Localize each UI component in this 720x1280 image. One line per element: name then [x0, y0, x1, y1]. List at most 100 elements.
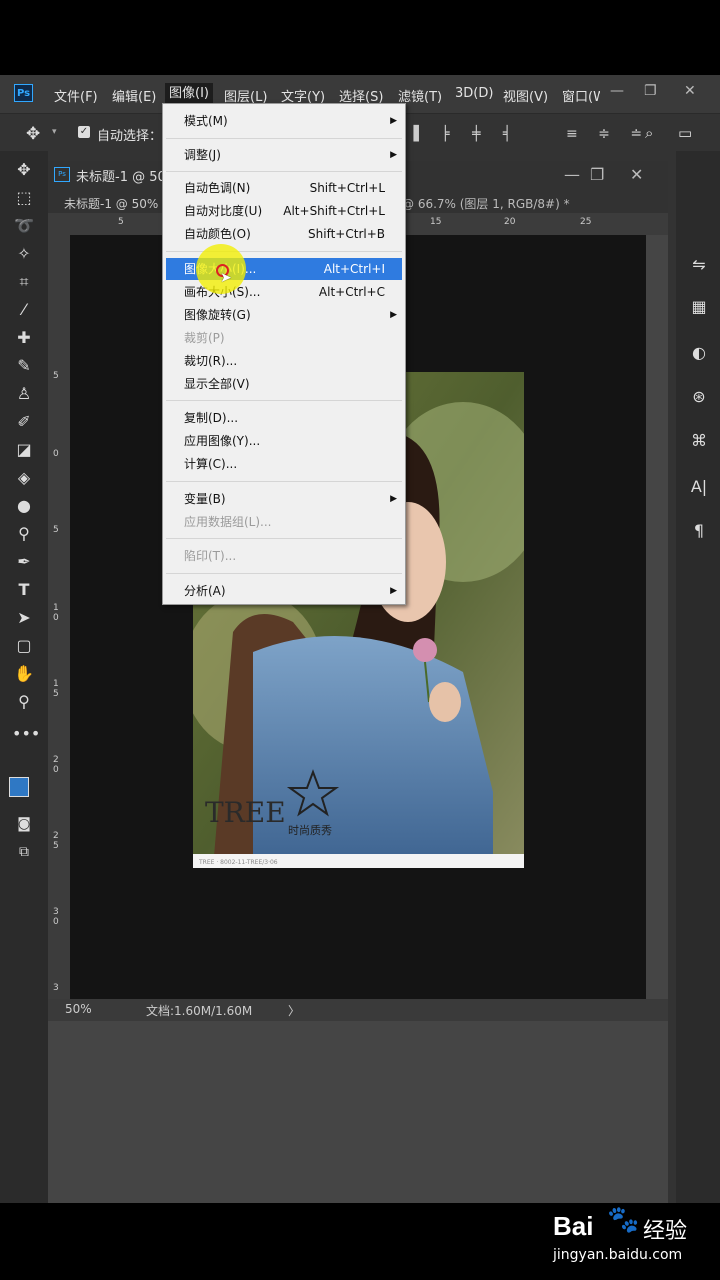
menu-separator — [166, 171, 402, 172]
pen-tool-icon[interactable]: ✒ — [12, 551, 36, 573]
channels-panel-icon[interactable]: ⊛ — [688, 387, 710, 409]
foreground-color-swatch[interactable] — [9, 777, 29, 797]
eyedropper-icon[interactable]: ⁄ — [12, 299, 36, 321]
eraser-icon[interactable]: ◪ — [12, 439, 36, 461]
menu-separator — [166, 573, 402, 574]
submenu-arrow-icon: ▶ — [390, 586, 397, 596]
more-tools-icon[interactable]: ••• — [12, 723, 40, 745]
lasso-tool-icon[interactable]: ➰ — [12, 215, 36, 237]
paint-bucket-icon[interactable]: ◈ — [12, 467, 36, 489]
menu-item-auto-tone[interactable]: 自动色调(N) Shift+Ctrl+L — [163, 177, 405, 199]
menu-file[interactable]: 文件(F) — [54, 86, 98, 105]
zoom-tool-icon[interactable]: ⚲ — [12, 691, 36, 713]
photo-footer-text: TREE · 8002-11-TREE/3·06 — [198, 859, 278, 866]
document-ps-icon: Ps — [54, 167, 70, 182]
ruler-label: 25 — [580, 217, 592, 227]
paw-icon: 🐾 — [607, 1205, 640, 1235]
menu-item-auto-color[interactable]: 自动颜色(O) Shift+Ctrl+B — [163, 223, 405, 245]
adjustments-panel-icon[interactable]: ◐ — [688, 343, 710, 365]
right-panel-dock: ⇋ ▦ ◐ ⊛ ⌘ A| ¶ — [676, 151, 720, 1203]
menu-item-label: 自动色调(N) — [184, 181, 251, 195]
menu-item-label: 复制(D)... — [184, 411, 239, 425]
menu-item-duplicate[interactable]: 复制(D)... — [163, 407, 405, 429]
move-tool-icon[interactable]: ✥ — [12, 159, 36, 181]
quick-mask-icon[interactable]: ◙ — [12, 813, 36, 835]
menu-view[interactable]: 视图(V) — [503, 86, 548, 105]
doc-minimize-icon[interactable]: — — [564, 165, 580, 184]
dodge-tool-icon[interactable]: ⚲ — [12, 523, 36, 545]
search-icon[interactable]: ⌕ — [645, 124, 653, 142]
align-icons[interactable]: ▐ ╞ ╪ ╡ — [408, 126, 548, 142]
menu-item-trap: 陷印(T)... — [163, 545, 405, 567]
history-panel-icon[interactable]: ⇋ — [688, 255, 710, 277]
photo-brand-sub: 时尚质秀 — [288, 823, 332, 837]
paths-panel-icon[interactable]: ⌘ — [688, 431, 710, 453]
move-tool-preset-icon[interactable]: ✥ — [26, 124, 40, 144]
doc-close-icon[interactable]: ✕ — [630, 165, 643, 184]
menu-item-label: 模式(M) — [184, 114, 228, 128]
menu-item-variables[interactable]: 变量(B) ▶ — [163, 488, 405, 510]
menu-window[interactable]: 窗口(W — [562, 86, 600, 105]
character-panel-icon[interactable]: A| — [688, 477, 710, 499]
menu-item-adjustments[interactable]: 调整(J) ▶ — [163, 144, 405, 166]
healing-brush-icon[interactable]: ✚ — [12, 327, 36, 349]
menu-item-shortcut: Alt+Shift+Ctrl+L — [283, 204, 385, 218]
menu-item-calculations[interactable]: 计算(C)... — [163, 453, 405, 475]
path-select-icon[interactable]: ➤ — [12, 607, 36, 629]
brush-tool-icon[interactable]: ✎ — [12, 355, 36, 377]
ruler-label: 1 — [53, 679, 59, 689]
tab-untitled[interactable]: 未标题-1 @ 50% — [64, 195, 158, 212]
status-menu-arrow[interactable]: 〉 — [288, 1002, 300, 1019]
menu-item-auto-contrast[interactable]: 自动对比度(U) Alt+Shift+Ctrl+L — [163, 200, 405, 222]
baidu-jingyan-watermark: Bai 🐾 经验 jingyan.baidu.com — [553, 1203, 713, 1273]
status-bar: 50% 文档:1.60M/1.60M 〉 — [48, 999, 668, 1021]
close-icon[interactable]: ✕ — [684, 83, 696, 99]
menu-item-apply-data-set: 应用数据组(L)... — [163, 511, 405, 533]
crop-tool-icon[interactable]: ⌗ — [12, 271, 36, 293]
menu-item-mode[interactable]: 模式(M) ▶ — [163, 110, 405, 132]
ruler-label: 5 — [53, 841, 59, 851]
menu-item-image-rotation[interactable]: 图像旋转(G) ▶ — [163, 304, 405, 326]
document-title[interactable]: 未标题-1 @ 50 — [76, 166, 166, 185]
maximize-icon[interactable]: ❐ — [644, 83, 657, 99]
rectangle-tool-icon[interactable]: ▢ — [12, 635, 36, 657]
ruler-label: 3 — [53, 983, 59, 993]
paragraph-panel-icon[interactable]: ¶ — [688, 521, 710, 543]
hand-tool-icon[interactable]: ✋ — [12, 663, 36, 685]
menu-3d[interactable]: 3D(D) — [455, 86, 493, 101]
ruler-label: 5 — [53, 525, 59, 535]
magic-wand-icon[interactable]: ✧ — [12, 243, 36, 265]
minimize-icon[interactable]: — — [610, 83, 624, 99]
clone-stamp-icon[interactable]: ♙ — [12, 383, 36, 405]
screen-mode-icon[interactable]: ⧉ — [12, 841, 36, 863]
doc-maximize-icon[interactable]: ❐ — [590, 165, 604, 184]
menu-item-trim[interactable]: 裁切(R)... — [163, 350, 405, 372]
menu-edit[interactable]: 编辑(E) — [112, 86, 156, 105]
menu-item-apply-image[interactable]: 应用图像(Y)... — [163, 430, 405, 452]
ruler-label: 15 — [430, 217, 442, 227]
watermark-url: jingyan.baidu.com — [553, 1247, 683, 1263]
distribute-icons[interactable]: ≡ ≑ ≐ — [566, 126, 676, 142]
chevron-down-icon[interactable]: ▾ — [52, 127, 57, 137]
history-brush-icon[interactable]: ✐ — [12, 411, 36, 433]
auto-select-checkbox[interactable]: ✓ — [78, 126, 90, 138]
blur-tool-icon[interactable]: ● — [12, 495, 36, 517]
tab-layer-doc[interactable]: @ 66.7% (图层 1, RGB/8#) * — [402, 195, 570, 212]
menu-item-analysis[interactable]: 分析(A) ▶ — [163, 580, 405, 602]
ruler-label: 0 — [53, 917, 59, 927]
submenu-arrow-icon: ▶ — [390, 310, 397, 320]
type-tool-icon[interactable]: T — [12, 579, 36, 601]
marquee-tool-icon[interactable]: ⬚ — [12, 187, 36, 209]
ruler-label: 3 — [53, 907, 59, 917]
zoom-level[interactable]: 50% — [65, 1002, 92, 1016]
ruler-label: 5 — [118, 217, 124, 227]
photoshop-logo: Ps — [14, 84, 33, 102]
ruler-label: 0 — [53, 449, 59, 459]
ruler-label: 0 — [53, 765, 59, 775]
menu-item-canvas-size[interactable]: 画布大小(S)... Alt+Ctrl+C — [163, 281, 405, 303]
ruler-label: 2 — [53, 831, 59, 841]
menu-item-reveal-all[interactable]: 显示全部(V) — [163, 373, 405, 395]
workspace-icon[interactable]: ▭ — [678, 124, 692, 142]
menu-image[interactable]: 图像(I) — [165, 83, 213, 105]
properties-panel-icon[interactable]: ▦ — [688, 297, 710, 319]
